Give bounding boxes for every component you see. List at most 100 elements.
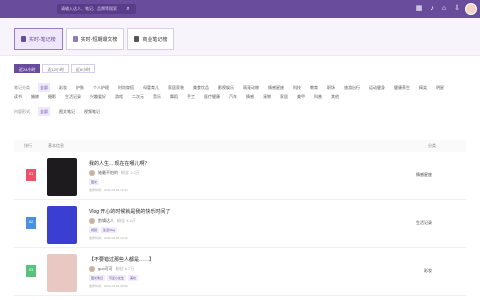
category-chip[interactable]: 手工 xyxy=(187,92,195,101)
author-fans: 粉丝 8.7万 xyxy=(115,266,135,271)
category-chip[interactable]: 母婴育儿 xyxy=(143,83,159,92)
search-icon[interactable]: ⌕ xyxy=(122,4,134,14)
category-chip[interactable]: 萌宠动物 xyxy=(243,83,259,92)
category-chip[interactable]: 二次元 xyxy=(132,92,144,101)
category-chip[interactable]: 家居家装 xyxy=(168,83,184,92)
category-chip[interactable]: 旅游出行 xyxy=(344,83,360,92)
note-title[interactable]: 我的人生... 现在在哪儿啊？ xyxy=(89,160,150,167)
category-chip[interactable]: 教育 xyxy=(310,83,318,92)
category-chip[interactable]: 婚嫁 xyxy=(31,92,39,101)
period-6h[interactable]: 近6小时 xyxy=(70,64,96,73)
note-title[interactable]: 【不要错过那些人都是……】 xyxy=(89,256,154,263)
category-filter-label: 笔记分类 xyxy=(14,85,30,90)
note-category: 情感星座 xyxy=(416,172,432,177)
author-name: 她最不怕的 xyxy=(98,170,118,175)
category-chip[interactable]: 彩妆 xyxy=(59,83,67,92)
period-switch: 近24小时 近12小时 近6小时 xyxy=(14,64,466,73)
note-thumbnail[interactable] xyxy=(47,254,77,292)
type-chip[interactable]: 图文笔记 xyxy=(59,107,75,116)
author-avatar xyxy=(89,266,95,272)
ranking-tabs: 实时-笔记榜 实时-短期爆文榜 商业笔记榜 xyxy=(14,28,175,50)
type-chip[interactable]: 视频笔记 xyxy=(84,107,100,116)
note-tags: 视频 生活Vlog xyxy=(89,227,118,233)
note-thumbnail[interactable] xyxy=(47,206,77,244)
note-meta: 发布时间：2021-04-26 09:05 xyxy=(89,284,128,288)
category-chip[interactable]: 健康养生 xyxy=(394,83,410,92)
category-chip[interactable]: 医疗健康 xyxy=(204,92,220,101)
category-chip[interactable]: 情感星座 xyxy=(268,83,284,92)
category-chip[interactable]: 美甲 xyxy=(297,92,305,101)
doc-icon xyxy=(134,36,140,42)
top-icons: ▦ ♪ ⌂ ⇩ xyxy=(416,4,460,14)
table-row[interactable]: 01 我的人生... 现在在哪儿啊？ 她最不怕的 粉丝 1.2万 图文 发布时间：2021… xyxy=(14,154,466,200)
category-chip[interactable]: 影视娱乐 xyxy=(218,83,234,92)
category-chip[interactable]: 其他 xyxy=(331,92,339,101)
note-tags: 图文笔记 可爱小女生 美妆 xyxy=(89,275,139,281)
type-filter: 内容形式 全部 图文笔记 视频笔记 xyxy=(14,107,466,116)
tab-label: 实时-短期爆文榜 xyxy=(80,36,118,43)
note-meta: 发布时间：2021-04-26 12:34 xyxy=(89,188,128,192)
author-name: guo可可 xyxy=(98,266,113,271)
category-chip[interactable]: 科普 xyxy=(314,92,322,101)
category-chip[interactable]: 宠物 xyxy=(263,92,271,101)
col-rank: 排行 xyxy=(24,143,32,148)
category-chip[interactable]: 美食饮品 xyxy=(193,83,209,92)
author-info[interactable]: 她最不怕的 粉丝 1.2万 xyxy=(89,170,140,176)
avatar[interactable] xyxy=(465,3,477,15)
note-tag: 生活Vlog xyxy=(101,227,118,233)
category-filter: 笔记分类 全部 彩妆 护肤 个人护理 时尚穿搭 母婴育儿 家居家装 美食饮品 影视娱乐 萌宠动物情… xyxy=(14,83,466,101)
category-chip[interactable]: 读书 xyxy=(14,92,22,101)
author-avatar xyxy=(89,218,95,224)
tab-commercial-notes[interactable]: 商业笔记榜 xyxy=(127,28,175,50)
table-header: 排行 基本信息 分类 xyxy=(14,140,466,152)
rank-badge: 01 xyxy=(26,169,36,181)
note-tag: 美妆 xyxy=(128,275,139,281)
category-chip[interactable]: 个人护理 xyxy=(93,83,109,92)
author-info[interactable]: guo可可 粉丝 8.7万 xyxy=(89,266,134,272)
period-12h[interactable]: 近12小时 xyxy=(42,64,69,73)
tab-label: 实时-笔记榜 xyxy=(29,36,56,43)
category-chip[interactable]: 游戏 xyxy=(115,92,123,101)
bell-icon[interactable]: ♪ xyxy=(430,4,434,14)
category-chip[interactable]: 舞蹈 xyxy=(170,92,178,101)
note-title[interactable]: Vlog 开心的时候就是我的快乐时间了 xyxy=(89,208,170,215)
category-chip[interactable]: 情感 xyxy=(246,92,254,101)
author-fans: 粉丝 3.4万 xyxy=(117,218,136,223)
author-avatar xyxy=(89,170,95,176)
category-chip[interactable]: 生活记录 xyxy=(65,92,81,101)
rank-badge: 02 xyxy=(26,217,36,229)
note-meta: 发布时间：2021-04-26 10:12 xyxy=(89,236,128,240)
author-info[interactable]: 剪辑达人 粉丝 3.4万 xyxy=(89,218,136,224)
category-chip[interactable]: 搞笑 xyxy=(419,83,427,92)
author-fans: 粉丝 1.2万 xyxy=(121,170,140,175)
col-category: 分类 xyxy=(428,143,436,148)
category-chip[interactable]: 摄影 xyxy=(48,92,56,101)
grid-icon[interactable]: ▦ xyxy=(416,4,423,14)
category-chip[interactable]: 科技 xyxy=(293,83,301,92)
category-chip[interactable]: 护肤 xyxy=(76,83,84,92)
category-chip[interactable]: 汽车 xyxy=(229,92,237,101)
note-tag: 图文笔记 xyxy=(89,275,106,281)
category-chip[interactable]: 时尚穿搭 xyxy=(118,83,134,92)
cart-icon[interactable]: ⌂ xyxy=(442,4,446,14)
tab-realtime-notes[interactable]: 实时-笔记榜 xyxy=(14,28,63,50)
doc-icon xyxy=(21,36,26,42)
note-thumbnail[interactable] xyxy=(47,158,77,196)
category-chip[interactable]: 明星 xyxy=(436,83,444,92)
category-chip[interactable]: 音乐 xyxy=(153,92,161,101)
category-chip[interactable]: 运动健身 xyxy=(369,83,385,92)
rank-badge: 03 xyxy=(26,265,36,277)
category-chip[interactable]: 兴趣爱好 xyxy=(90,92,106,101)
top-bar: 请输入达人、笔记、品牌等搜索 ⌕ ▦ ♪ ⌂ ⇩ xyxy=(0,0,480,18)
period-24h[interactable]: 近24小时 xyxy=(14,64,41,73)
tab-short-term-hot[interactable]: 实时-短期爆文榜 xyxy=(65,28,125,50)
category-chip[interactable]: 全部 xyxy=(38,83,50,92)
table-row[interactable]: 03 【不要错过那些人都是……】 guo可可 粉丝 8.7万 图文笔记 可爱小女生 美妆 发布… xyxy=(14,250,466,296)
table-row[interactable]: 02 Vlog 开心的时候就是我的快乐时间了 剪辑达人 粉丝 3.4万 视频 生活Vlog… xyxy=(14,202,466,248)
category-chip[interactable]: 职场 xyxy=(327,83,335,92)
download-icon[interactable]: ⇩ xyxy=(454,4,460,14)
category-chip[interactable]: 家居 xyxy=(280,92,288,101)
col-info: 基本信息 xyxy=(48,143,64,148)
type-filter-label: 内容形式 xyxy=(14,109,30,114)
type-chip[interactable]: 全部 xyxy=(38,107,50,116)
